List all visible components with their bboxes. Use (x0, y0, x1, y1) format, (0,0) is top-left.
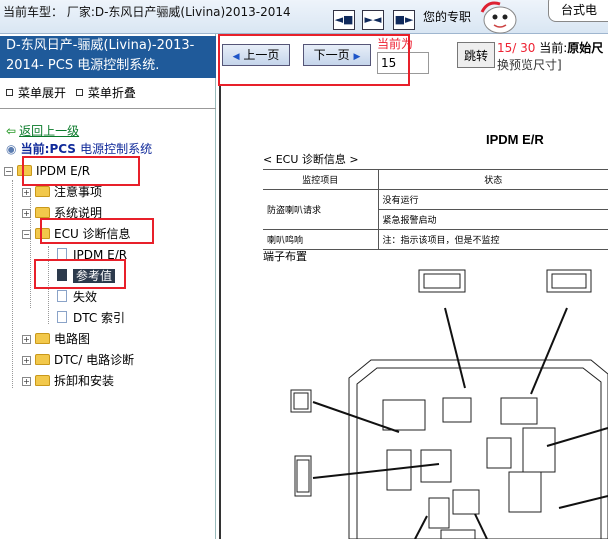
highlight-box (22, 156, 140, 186)
back-link-row[interactable]: ⇦ 返回上一级 (6, 122, 79, 139)
document-icon (57, 290, 67, 302)
current-prefix: 当前:PCS (20, 142, 76, 156)
tree-item-dtc-circuit[interactable]: + DTC/ 电路诊断 (22, 351, 134, 369)
table-header-row: 监控项目 状态 (263, 169, 608, 190)
folder-icon (35, 333, 50, 344)
tree-item-wiring-diagram[interactable]: + 电路图 (22, 330, 90, 348)
highlight-box (34, 259, 126, 289)
expand-icon[interactable]: + (22, 377, 31, 386)
table-cell: 防盗喇叭请求 (263, 189, 379, 230)
collapse-menu-label: 菜单折叠 (87, 86, 136, 100)
folder-icon (35, 354, 50, 365)
ecu-heading: < ECU 诊断信息 > (263, 153, 359, 166)
back-arrow-icon: ⇦ (6, 124, 17, 138)
expand-icon[interactable]: + (22, 335, 31, 344)
page-count: 15/ 30 当前:原始尺 (497, 39, 603, 56)
document-title: IPDM E/R (486, 132, 544, 147)
top-bar: 当前车型： 厂家:D-东风日产骊威(Livina)2013-2014 ◄■ ►◄… (0, 0, 608, 34)
collapse-menu-button[interactable]: 菜单折叠 (75, 86, 136, 100)
tree-item-removal-install[interactable]: + 拆卸和安装 (22, 372, 114, 390)
tree-item-label: 拆卸和安装 (54, 374, 115, 388)
jump-start-icon[interactable]: ◄■ (333, 10, 355, 30)
tree-item-label: DTC 索引 (73, 311, 126, 325)
speech-bubble: 台式电 (548, 0, 608, 22)
table-header: 状态 (378, 169, 608, 190)
document-icon (57, 311, 67, 323)
square-icon (75, 89, 83, 96)
table-cell: 没有运行 (378, 189, 608, 210)
collapse-icon[interactable]: − (22, 230, 31, 239)
table-cell: 注：指示该项目，但是不监控 (378, 229, 608, 250)
table-row: 防盗喇叭请求 没有运行 (263, 189, 608, 230)
page-count-value: 15/ 30 (497, 41, 536, 55)
jump-both-icon[interactable]: ►◄ (362, 10, 384, 30)
mascot-icon (480, 1, 517, 34)
table-cell: 紧急报警启动 (378, 209, 608, 230)
menu-operations: 菜单展开 菜单折叠 (6, 84, 142, 101)
highlight-box (218, 34, 410, 86)
current-system-row: ◉ 当前:PCS 电源控制系统 (6, 140, 152, 157)
expand-icon[interactable]: + (22, 209, 31, 218)
highlight-box (40, 218, 154, 244)
sidebar-divider (0, 108, 216, 109)
expand-menu-button[interactable]: 菜单展开 (6, 86, 66, 100)
tree-item-label: 电路图 (54, 332, 91, 346)
jump-end-icon[interactable]: ■► (393, 10, 415, 30)
collapse-icon[interactable]: − (4, 167, 13, 176)
pcs-icon: ◉ (6, 142, 17, 156)
fuse-box-diagram (290, 269, 608, 539)
tree-item-failure[interactable]: 失效 (57, 288, 97, 306)
expand-menu-label: 菜单展开 (18, 86, 67, 100)
folder-icon (35, 207, 50, 218)
folder-icon (35, 186, 50, 197)
tree-item-label: 失效 (73, 290, 98, 304)
ecu-table: 监控项目 状态 防盗喇叭请求 没有运行 紧急报警启动 喇叭鸣响 注：指示该项目，… (263, 169, 608, 250)
tree-item-dtc-index[interactable]: DTC 索引 (57, 309, 125, 327)
pro-label: 您的专职 (423, 10, 472, 24)
document-page: IPDM E/R < ECU 诊断信息 > 监控项目 状态 防盗喇叭请求 没有运… (261, 124, 608, 539)
square-icon (6, 89, 13, 96)
original-size-label: 原始尺 (567, 41, 604, 55)
main-content: ◀ 上一页 下一页 ▶ 当前为 跳转 15/ 30 当前:原始尺 换预览尺寸] … (217, 34, 608, 539)
page-border (219, 84, 221, 539)
tree-item-label: DTC/ 电路诊断 (54, 353, 135, 367)
current-car-model-label: 当前车型： 厂家:D-东风日产骊威(Livina)2013-2014 (3, 5, 291, 19)
table-row: 喇叭鸣响 注：指示该项目，但是不监控 (263, 229, 608, 250)
folder-icon (35, 375, 50, 386)
preview-size-note: 换预览尺寸] (497, 58, 562, 72)
table-cell: 喇叭鸣响 (263, 229, 379, 250)
back-link[interactable]: 返回上一级 (19, 124, 79, 138)
tree-item-label: 注意事项 (54, 185, 103, 199)
app-window: 当前车型： 厂家:D-东风日产骊威(Livina)2013-2014 ◄■ ►◄… (0, 0, 608, 539)
sidebar-title: D-东风日产-骊威(Livina)-2013-2014- PCS 电源控制系统. (0, 36, 216, 78)
current-size-label: 当前: (539, 41, 568, 55)
current-system-name: 电源控制系统 (80, 142, 153, 156)
table-header: 监控项目 (263, 169, 379, 190)
jump-button[interactable]: 跳转 (457, 42, 495, 68)
tree-line (12, 180, 13, 388)
expand-icon[interactable]: + (22, 356, 31, 365)
expand-icon[interactable]: + (22, 188, 31, 197)
